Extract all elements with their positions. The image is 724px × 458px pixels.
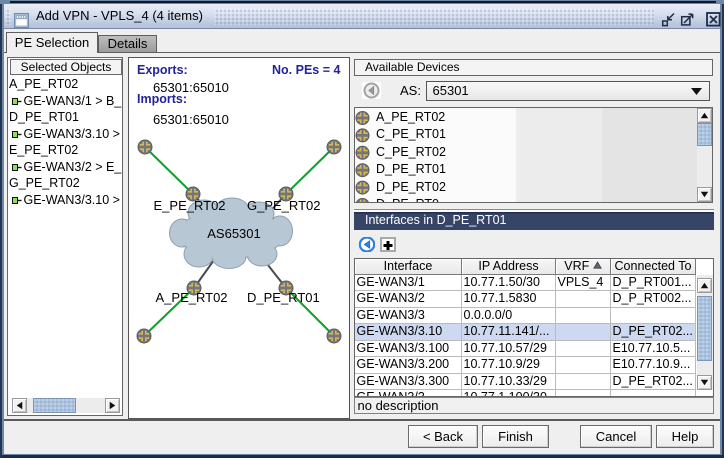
svg-text:AS65301: AS65301: [207, 226, 261, 241]
